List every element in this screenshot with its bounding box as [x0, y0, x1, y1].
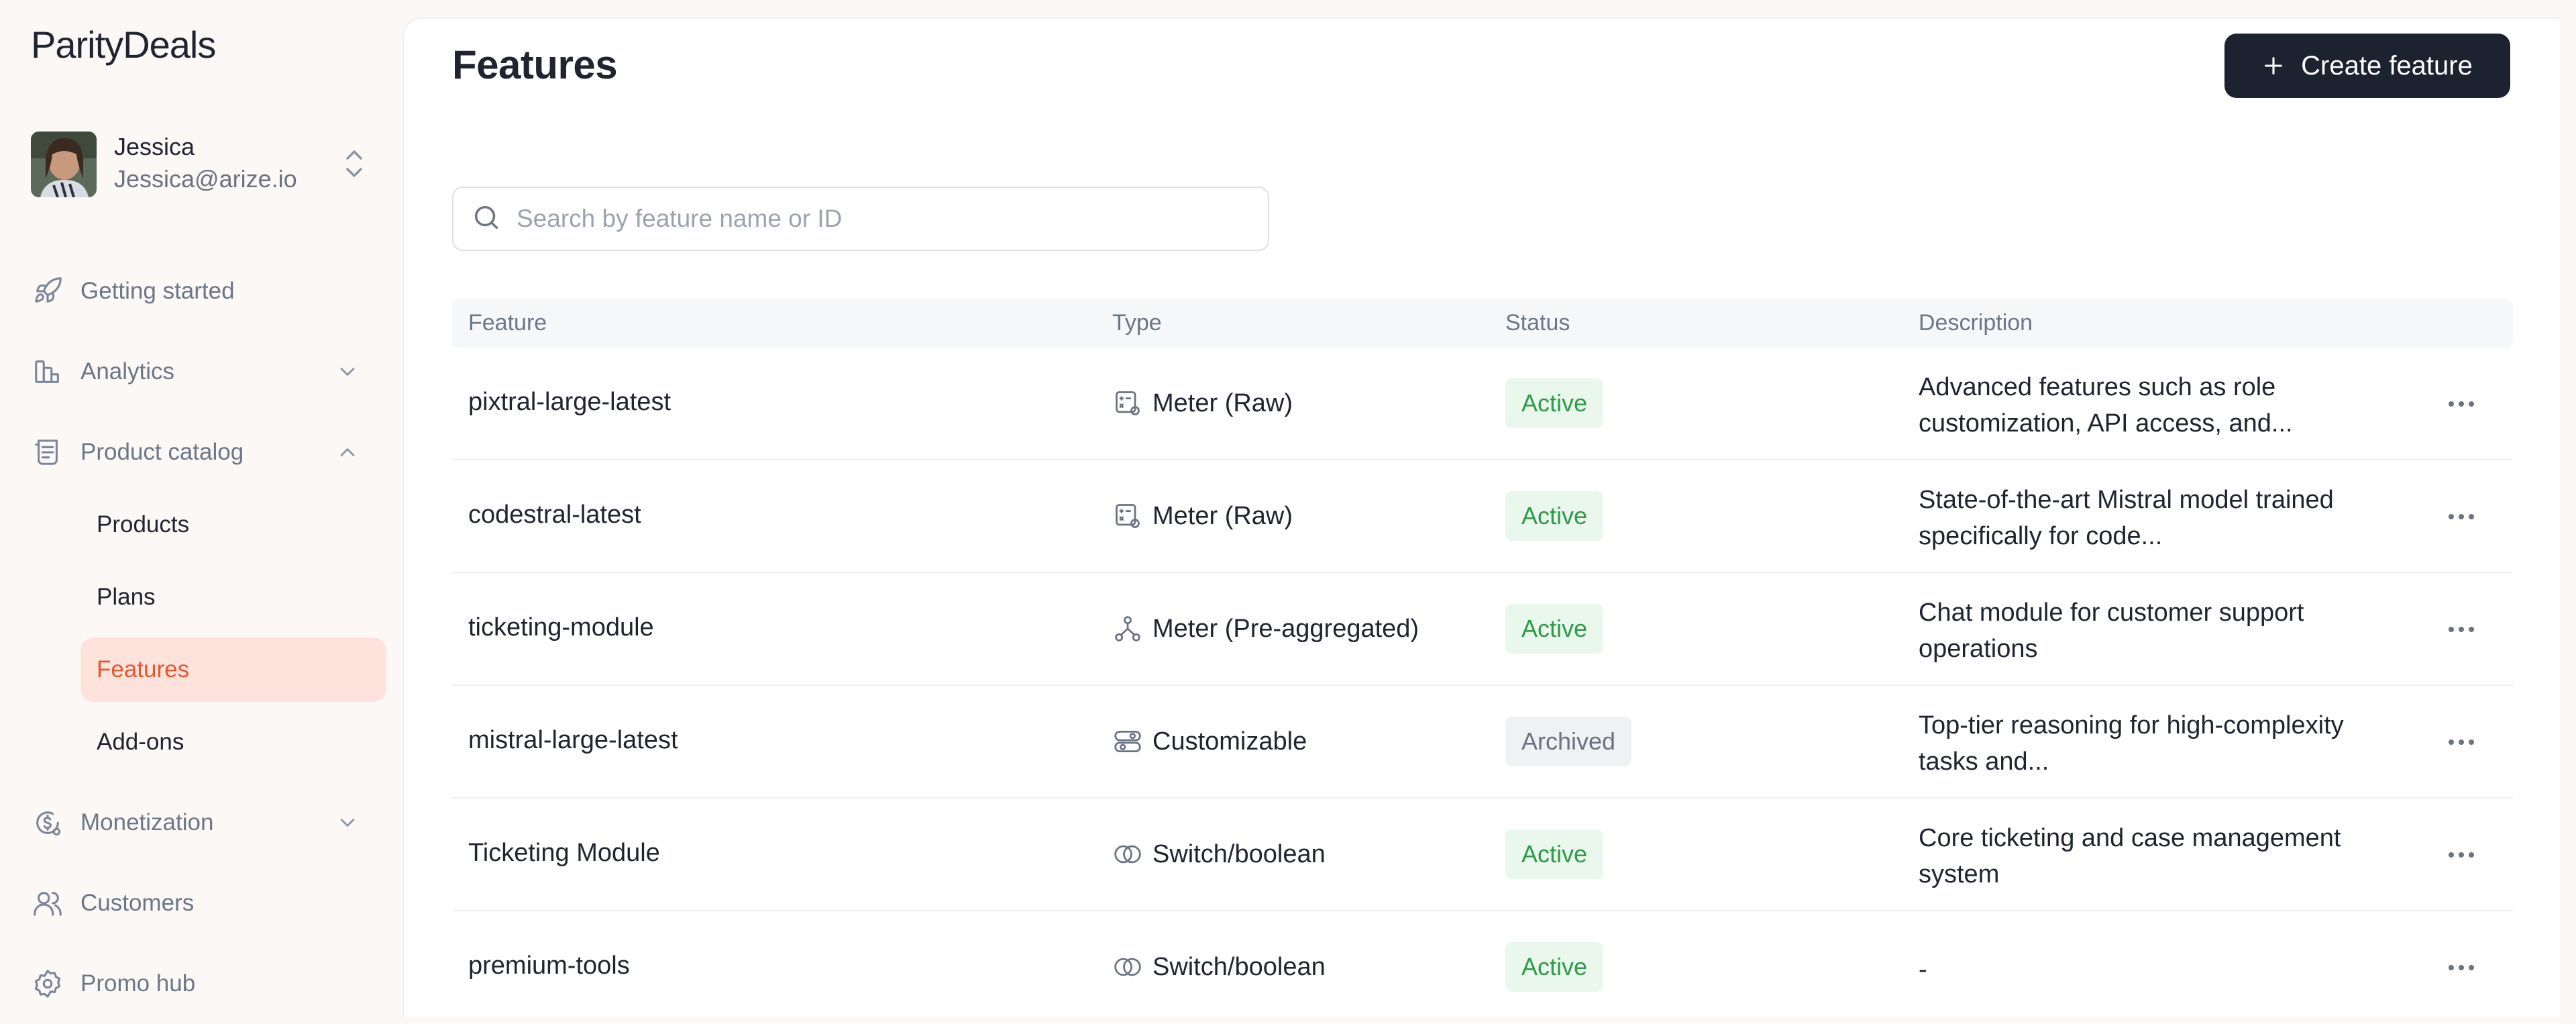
- dollar-gear-icon: [31, 806, 64, 839]
- user-name: Jessica: [114, 133, 195, 160]
- chevron-down-icon[interactable]: [335, 360, 360, 384]
- more-options-icon[interactable]: [2445, 727, 2478, 757]
- chevron-up-icon[interactable]: [335, 440, 360, 464]
- app-window: ParityDeals Jessica Jessica@arize.io Get…: [0, 0, 2576, 1017]
- features-table: Feature Type Status Description pixtral-…: [452, 299, 2513, 1024]
- nav-customers[interactable]: Customers: [31, 879, 386, 927]
- bar-chart-icon: [31, 355, 64, 389]
- feature-name[interactable]: ticketing-module: [468, 613, 654, 642]
- status-badge: Active: [1505, 378, 1604, 428]
- catalog-icon: [31, 436, 64, 469]
- meter-raw-icon: [1112, 388, 1143, 419]
- nav-getting-started[interactable]: Getting started: [31, 267, 386, 315]
- feature-name[interactable]: Ticketing Module: [468, 839, 660, 868]
- feature-description: State-of-the-art Mistral model trained s…: [1919, 486, 2334, 550]
- table-row[interactable]: pixtral-large-latest Meter (Raw) Active …: [452, 348, 2513, 460]
- more-options-icon[interactable]: [2445, 502, 2478, 531]
- chevron-updown-icon[interactable]: [341, 146, 368, 181]
- page-title: Features: [452, 42, 618, 87]
- more-options-icon[interactable]: [2445, 615, 2478, 644]
- nav-promo-hub[interactable]: Promo hub: [31, 960, 386, 1008]
- plus-icon: [2262, 49, 2285, 83]
- feature-name[interactable]: pixtral-large-latest: [468, 388, 671, 417]
- search-box[interactable]: [452, 187, 1269, 251]
- feature-name[interactable]: mistral-large-latest: [468, 726, 678, 755]
- feature-name[interactable]: codestral-latest: [468, 501, 641, 529]
- app-logo[interactable]: ParityDeals: [31, 23, 216, 66]
- feature-description: Core ticketing and case management syste…: [1919, 824, 2341, 888]
- subnav-add-ons[interactable]: Add-ons: [80, 710, 386, 774]
- create-feature-label: Create feature: [2301, 50, 2473, 81]
- status-badge: Active: [1505, 942, 1604, 992]
- search-input[interactable]: [517, 205, 1254, 233]
- meter-raw-icon: [1112, 501, 1143, 531]
- status-badge: Active: [1505, 491, 1604, 541]
- nav-label: Monetization: [80, 809, 214, 835]
- column-header-description[interactable]: Description: [1919, 310, 2033, 336]
- feature-description: Chat module for customer support operati…: [1919, 599, 2304, 663]
- status-badge: Active: [1505, 829, 1604, 879]
- switch-boolean-icon: [1112, 952, 1143, 982]
- table-row[interactable]: ticketing-module Meter (Pre-aggregated) …: [452, 573, 2513, 686]
- feature-type: Meter (Raw): [1112, 501, 1293, 531]
- nav-label: Promo hub: [80, 970, 196, 996]
- more-options-icon[interactable]: [2445, 389, 2478, 419]
- feature-name[interactable]: premium-tools: [468, 952, 630, 980]
- customizable-icon: [1112, 726, 1143, 757]
- feature-type: Switch/boolean: [1112, 952, 1326, 982]
- feature-type: Switch/boolean: [1112, 839, 1326, 870]
- chevron-down-icon[interactable]: [335, 811, 360, 835]
- table-row[interactable]: mistral-large-latest Customizable Archiv…: [452, 686, 2513, 799]
- feature-type-label: Switch/boolean: [1152, 952, 1326, 981]
- avatar: [31, 132, 97, 197]
- status-badge: Active: [1505, 604, 1604, 654]
- table-header: Feature Type Status Description: [452, 299, 2513, 348]
- nav-analytics[interactable]: Analytics: [31, 348, 386, 396]
- column-header-feature[interactable]: Feature: [468, 310, 547, 336]
- more-options-icon[interactable]: [2445, 953, 2478, 982]
- sidebar: ParityDeals Jessica Jessica@arize.io Get…: [0, 0, 402, 1017]
- feature-type-label: Meter (Raw): [1152, 389, 1293, 417]
- create-feature-button[interactable]: Create feature: [2224, 34, 2510, 98]
- feature-type: Customizable: [1112, 726, 1307, 757]
- users-icon: [31, 886, 64, 920]
- feature-type-label: Customizable: [1152, 727, 1307, 756]
- user-switcher[interactable]: Jessica Jessica@arize.io: [31, 129, 373, 199]
- nav-label: Customers: [80, 890, 195, 916]
- user-email: Jessica@arize.io: [114, 165, 297, 193]
- table-row[interactable]: premium-tools Switch/boolean Active -: [452, 911, 2513, 1024]
- feature-description: -: [1919, 956, 1927, 984]
- subnav-plans[interactable]: Plans: [80, 565, 386, 629]
- main-panel: Features Create feature Feature Type Sta…: [402, 17, 2560, 1017]
- rocket-icon: [31, 274, 64, 308]
- table-row[interactable]: Ticketing Module Switch/boolean Active C…: [452, 799, 2513, 911]
- meter-aggregated-icon: [1112, 613, 1143, 644]
- nav-monetization[interactable]: Monetization: [31, 799, 386, 847]
- feature-type-label: Meter (Pre-aggregated): [1152, 614, 1419, 643]
- nav-product-catalog[interactable]: Product catalog: [31, 428, 386, 476]
- feature-description: Top-tier reasoning for high-complexity t…: [1919, 711, 2344, 776]
- nav-label: Product catalog: [80, 439, 244, 465]
- more-options-icon[interactable]: [2445, 840, 2478, 870]
- status-badge: Archived: [1505, 717, 1632, 766]
- feature-type-label: Meter (Raw): [1152, 501, 1293, 530]
- subnav-products[interactable]: Products: [80, 493, 386, 557]
- nav-label: Analytics: [80, 358, 175, 385]
- subnav-features[interactable]: Features: [80, 637, 386, 702]
- table-row[interactable]: codestral-latest Meter (Raw) Active Stat…: [452, 460, 2513, 573]
- feature-description: Advanced features such as role customiza…: [1919, 373, 2293, 438]
- nav-label: Getting started: [80, 278, 235, 304]
- feature-type-label: Switch/boolean: [1152, 839, 1326, 868]
- search-icon: [471, 202, 502, 236]
- column-header-type[interactable]: Type: [1112, 310, 1162, 336]
- feature-type: Meter (Raw): [1112, 388, 1293, 419]
- feature-type: Meter (Pre-aggregated): [1112, 613, 1419, 644]
- column-header-status[interactable]: Status: [1505, 310, 1570, 336]
- promo-badge-icon: [31, 967, 64, 1001]
- switch-boolean-icon: [1112, 839, 1143, 870]
